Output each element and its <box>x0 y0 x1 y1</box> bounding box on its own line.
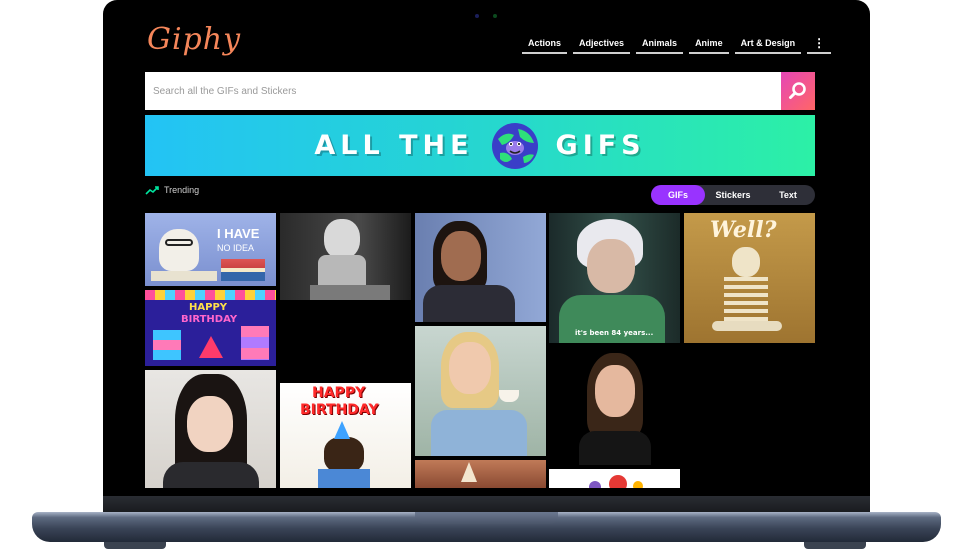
trending-arrow-icon <box>145 186 159 195</box>
gif-party-hat[interactable] <box>415 460 546 488</box>
nav-item-anime[interactable]: Anime <box>689 36 729 54</box>
gif-birthday-gifts[interactable]: HAPPY BIRTHDAY <box>145 290 276 366</box>
trending-header[interactable]: Trending <box>145 185 199 195</box>
gif-woman-laughing[interactable] <box>415 213 546 322</box>
promo-banner[interactable]: ALL THE GIFS <box>145 115 815 176</box>
more-menu-icon[interactable]: ⋮ <box>807 36 832 54</box>
nav-item-adjectives[interactable]: Adjectives <box>573 36 631 54</box>
gif-girl-teacup[interactable] <box>415 326 546 456</box>
nav-item-actions[interactable]: Actions <box>522 36 568 54</box>
gif-caption: BIRTHDAY <box>181 314 238 325</box>
gif-dog-no-idea[interactable]: I HAVE NO IDEA <box>145 213 276 286</box>
laptop-foot <box>804 542 866 549</box>
trending-label: Trending <box>164 185 200 195</box>
gif-old-woman[interactable]: it's been 84 years... <box>549 213 680 343</box>
gif-caption: Well? <box>710 217 777 243</box>
search-input[interactable] <box>145 72 781 110</box>
banner-text-left: ALL THE <box>314 130 474 161</box>
search-icon <box>789 82 806 99</box>
toggle-text[interactable]: Text <box>761 185 815 205</box>
content-type-toggle: GIFs Stickers Text <box>651 185 815 205</box>
gif-woman-smiling[interactable] <box>549 347 680 465</box>
giphy-logo[interactable]: Giphy <box>147 22 241 57</box>
laptop-mockup: Giphy Actions Adjectives Animals Anime A… <box>0 0 973 549</box>
nav-item-animals[interactable]: Animals <box>636 36 684 54</box>
gif-caption: HAPPY <box>312 385 366 401</box>
laptop-foot <box>104 542 166 549</box>
search-bar <box>145 72 815 110</box>
gif-caption: BIRTHDAY <box>300 402 379 418</box>
gif-girl-smiling[interactable] <box>145 370 276 488</box>
category-nav: Actions Adjectives Animals Anime Art & D… <box>522 36 832 54</box>
toggle-gifs[interactable]: GIFs <box>651 185 705 205</box>
laptop-screen: Giphy Actions Adjectives Animals Anime A… <box>103 0 870 496</box>
gif-subtitle: it's been 84 years... <box>575 329 654 337</box>
nav-item-art-design[interactable]: Art & Design <box>734 36 802 54</box>
gif-skeleton-well[interactable]: Well? <box>684 213 815 343</box>
gif-thinking-boy[interactable] <box>280 213 411 300</box>
gif-caption: HAPPY <box>189 302 228 313</box>
laptop-notch <box>415 512 558 524</box>
gif-caption: I HAVE <box>217 226 260 241</box>
globe-mascot-icon <box>491 122 538 169</box>
gif-dog-birthday[interactable]: HAPPY BIRTHDAY <box>280 383 411 488</box>
gif-caption: NO IDEA <box>217 243 255 253</box>
banner-text-right: GIFS <box>555 130 646 161</box>
search-button[interactable] <box>781 72 815 110</box>
toggle-stickers[interactable]: Stickers <box>705 185 761 205</box>
gif-balloons[interactable] <box>549 469 680 488</box>
